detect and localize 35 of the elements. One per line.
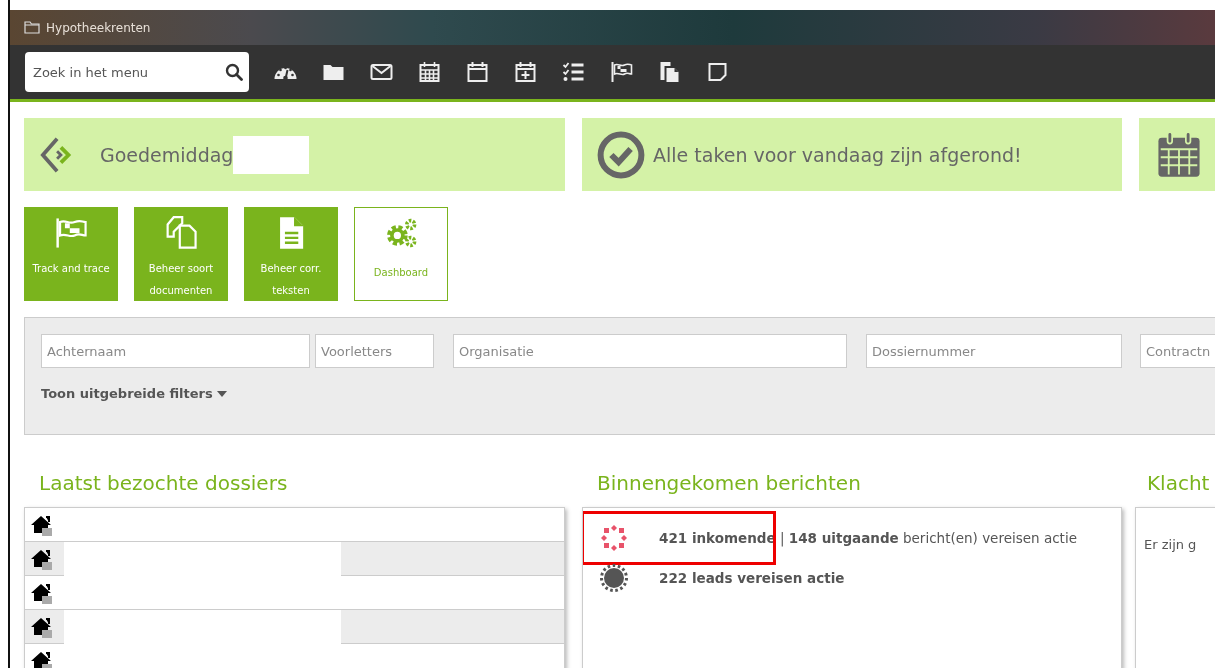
filter-field[interactable]: Voorletters — [315, 334, 434, 368]
window-title: Hypotheekrenten — [46, 20, 151, 35]
section-title: Klacht — [1147, 471, 1211, 495]
documents-icon — [164, 216, 198, 250]
calendar-icon — [1155, 130, 1203, 179]
section-title: Laatst bezochte dossiers — [39, 471, 289, 495]
badge-icon — [599, 563, 629, 593]
banner-text: Goedemiddag — [100, 143, 234, 166]
complaints-text: Er zijn g — [1144, 537, 1197, 552]
shortcut-tile[interactable]: Dashboard — [354, 207, 448, 301]
house-icon — [30, 581, 54, 604]
banner-text: Alle taken voor vandaag zijn afgerond! — [653, 143, 1022, 166]
folder-icon — [24, 21, 40, 34]
caret-icon — [216, 390, 227, 397]
gears-icon — [384, 216, 418, 250]
filter-field[interactable]: Dossiernummer — [866, 334, 1122, 368]
filter-field[interactable]: Organisatie — [453, 334, 847, 368]
shortcut-tile[interactable]: Beheer soort documenten — [134, 207, 228, 301]
expand-filters-link[interactable]: Toon uitgebreide filters — [41, 386, 227, 401]
section-title: Binnengekomen berichten — [597, 471, 862, 495]
message-text[interactable]: 222 leads vereisen actie — [659, 570, 845, 586]
checkered-flag-icon — [54, 216, 88, 250]
dotted-ring-icon — [599, 523, 629, 553]
search-icon — [225, 63, 243, 81]
house-icon — [30, 615, 54, 638]
house-icon — [30, 649, 54, 668]
search-field[interactable]: Zoek in het menu — [25, 52, 249, 92]
filter-field[interactable]: Contractn — [1140, 334, 1215, 368]
house-icon — [30, 513, 54, 536]
shortcut-tile[interactable]: Track and trace — [24, 207, 118, 301]
shortcut-tile[interactable]: Beheer corr. teksten — [244, 207, 338, 301]
house-icon — [30, 547, 54, 570]
check-circle-icon — [597, 130, 645, 179]
message-text[interactable]: 421 inkomende | 148 uitgaande bericht(en) vereisen actie — [659, 530, 1077, 546]
filter-field[interactable]: Achternaam — [41, 334, 310, 368]
